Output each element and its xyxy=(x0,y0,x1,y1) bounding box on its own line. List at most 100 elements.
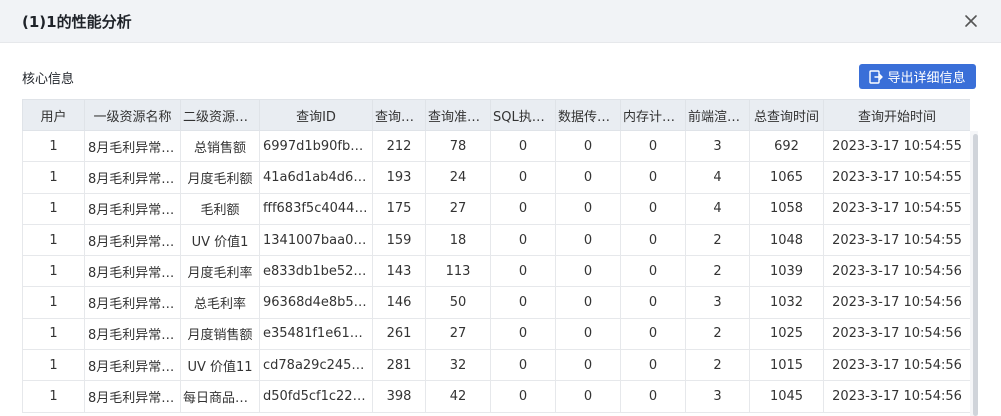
column-header[interactable]: SQL执行时间 xyxy=(490,99,556,131)
table-cell: 1 xyxy=(22,161,85,194)
table-cell: cd78a29c245e44 xyxy=(259,349,373,382)
table-cell: 32 xyxy=(425,349,491,382)
table-cell: UV 价值1 xyxy=(180,223,260,257)
column-header[interactable]: 查询等待时间 xyxy=(372,99,426,131)
export-label: 导出详细信息 xyxy=(887,71,966,86)
table-row[interactable]: 1 8月毛利异常分析 月度毛利率 e833db1be5284e 143 113 0 0 0 2 10… xyxy=(22,255,970,288)
table-cell: 2023-3-17 10:54:55 xyxy=(823,223,970,257)
table-cell: 0 xyxy=(620,223,686,257)
table-cell: 1 xyxy=(22,255,85,288)
table-cell: 78 xyxy=(425,129,491,163)
close-button[interactable] xyxy=(960,10,982,32)
table-cell: 0 xyxy=(490,129,556,163)
table-cell: 月度毛利率 xyxy=(180,255,260,288)
table-row[interactable]: 1 8月毛利异常分析 月度销售额 e35481f1e61548 261 27 0 0 0 2 102… xyxy=(22,317,970,351)
table-cell: 0 xyxy=(620,286,686,319)
table-row[interactable]: 1 8月毛利异常分析 毛利额 fff683f5c40449a6 175 27 0 0 0 4 105… xyxy=(22,192,970,225)
table-cell: 0 xyxy=(490,161,556,194)
table-cell: 96368d4e8b5848 xyxy=(259,286,373,319)
table-cell: 0 xyxy=(490,317,556,351)
table-cell: 毛利额 xyxy=(180,192,260,225)
column-header[interactable]: 查询开始时间 xyxy=(823,99,970,131)
dialog-title: (1)1的性能分析 xyxy=(22,13,132,31)
table-row[interactable]: 1 8月毛利异常分析 每日商品毛利 d50fd5cf1c22409 398 42 0 0 0 3 1… xyxy=(22,380,970,413)
table-cell: e35481f1e61548 xyxy=(259,317,373,351)
table-cell: 398 xyxy=(372,380,426,413)
table-cell: 月度销售额 xyxy=(180,317,260,351)
table-cell: 42 xyxy=(425,380,491,413)
table-cell: 4 xyxy=(685,161,750,194)
table-cell: 0 xyxy=(555,317,621,351)
table-cell: 1 xyxy=(22,380,85,413)
table-cell: 0 xyxy=(555,380,621,413)
performance-table: 用户一级资源名称二级资源名称查询ID查询等待时间查询准备时间SQL执行时间数据传… xyxy=(22,99,970,416)
table-cell: 0 xyxy=(490,223,556,257)
column-header[interactable]: 总查询时间 xyxy=(749,99,824,131)
column-header[interactable]: 一级资源名称 xyxy=(84,99,181,131)
table-cell: 8月毛利异常分析 xyxy=(84,192,181,225)
table-cell: 1058 xyxy=(749,192,824,225)
table-cell: 每日商品毛利 xyxy=(180,380,260,413)
table-cell: 1 xyxy=(22,286,85,319)
table-cell: UV 价值11 xyxy=(180,349,260,382)
vertical-scrollbar-thumb[interactable] xyxy=(973,134,978,416)
table-cell: 2 xyxy=(685,349,750,382)
table-cell: 41a6d1ab4d6140 xyxy=(259,161,373,194)
table-row[interactable]: 1 8月毛利异常分析 月度毛利额 41a6d1ab4d6140 193 24 0 0 0 4 106… xyxy=(22,161,970,194)
table-cell: 1341007baa0e41 xyxy=(259,223,373,257)
table-cell: 159 xyxy=(372,223,426,257)
table-row[interactable]: 1 8月毛利异常分析 UV 价值1 1341007baa0e41 159 18 0 0 0 2 10… xyxy=(22,223,970,257)
table-cell: 0 xyxy=(555,192,621,225)
table-cell: 总毛利率 xyxy=(180,286,260,319)
table-cell: 0 xyxy=(620,129,686,163)
table-cell: 27 xyxy=(425,317,491,351)
table-cell: e833db1be5284e xyxy=(259,255,373,288)
table-cell: 3 xyxy=(685,129,750,163)
table-cell: 0 xyxy=(555,255,621,288)
table-cell: 281 xyxy=(372,349,426,382)
table-cell: d50fd5cf1c22409 xyxy=(259,380,373,413)
table-cell: 0 xyxy=(620,255,686,288)
table-cell: 0 xyxy=(490,349,556,382)
table-cell: 1032 xyxy=(749,286,824,319)
table-cell: 8月毛利异常分析 xyxy=(84,317,181,351)
table-cell: 0 xyxy=(555,349,621,382)
table-cell: 2023-3-17 10:54:55 xyxy=(823,192,970,225)
column-header[interactable]: 二级资源名称 xyxy=(180,99,260,131)
table-row[interactable]: 1 8月毛利异常分析 总毛利率 96368d4e8b5848 146 50 0 0 0 3 1032… xyxy=(22,286,970,319)
table-row[interactable]: 1 8月毛利异常分析 UV 价值11 cd78a29c245e44 281 32 0 0 0 2 1… xyxy=(22,349,970,382)
table-cell: 月度毛利额 xyxy=(180,161,260,194)
table-cell: 2023-3-17 10:54:56 xyxy=(823,317,970,351)
column-header[interactable]: 用户 xyxy=(22,99,85,131)
table-cell: 1015 xyxy=(749,349,824,382)
table-cell: 146 xyxy=(372,286,426,319)
table-cell: 8月毛利异常分析 xyxy=(84,380,181,413)
table-cell: 2 xyxy=(685,317,750,351)
table-cell: 2023-3-17 10:54:55 xyxy=(823,161,970,194)
table-cell: 6997d1b90fb84d xyxy=(259,129,373,163)
table-cell: 1025 xyxy=(749,317,824,351)
column-header[interactable]: 内存计算时间 xyxy=(620,99,686,131)
table-cell: 27 xyxy=(425,192,491,225)
table-cell: 50 xyxy=(425,286,491,319)
table-cell: 0 xyxy=(555,223,621,257)
table-cell: 113 xyxy=(425,255,491,288)
column-header[interactable]: 前端渲染时间 xyxy=(685,99,750,131)
table-cell: 0 xyxy=(490,380,556,413)
table-cell: fff683f5c40449a6 xyxy=(259,192,373,225)
table-cell: 0 xyxy=(490,255,556,288)
column-header[interactable]: 查询准备时间 xyxy=(425,99,491,131)
table-cell: 1039 xyxy=(749,255,824,288)
table-cell: 1048 xyxy=(749,223,824,257)
column-header[interactable]: 查询ID xyxy=(259,99,373,131)
table-cell: 2023-3-17 10:54:56 xyxy=(823,255,970,288)
table-cell: 0 xyxy=(555,286,621,319)
table-cell: 692 xyxy=(749,129,824,163)
export-details-button[interactable]: 导出详细信息 xyxy=(859,64,976,89)
table-cell: 2 xyxy=(685,223,750,257)
table-cell: 24 xyxy=(425,161,491,194)
table-cell: 8月毛利异常分析 xyxy=(84,286,181,319)
table-cell: 8月毛利异常分析 xyxy=(84,223,181,257)
table-row[interactable]: 1 8月毛利异常分析 总销售额 6997d1b90fb84d 212 78 0 0 0 3 692 2… xyxy=(22,129,970,163)
column-header[interactable]: 数据传输时间 xyxy=(555,99,621,131)
